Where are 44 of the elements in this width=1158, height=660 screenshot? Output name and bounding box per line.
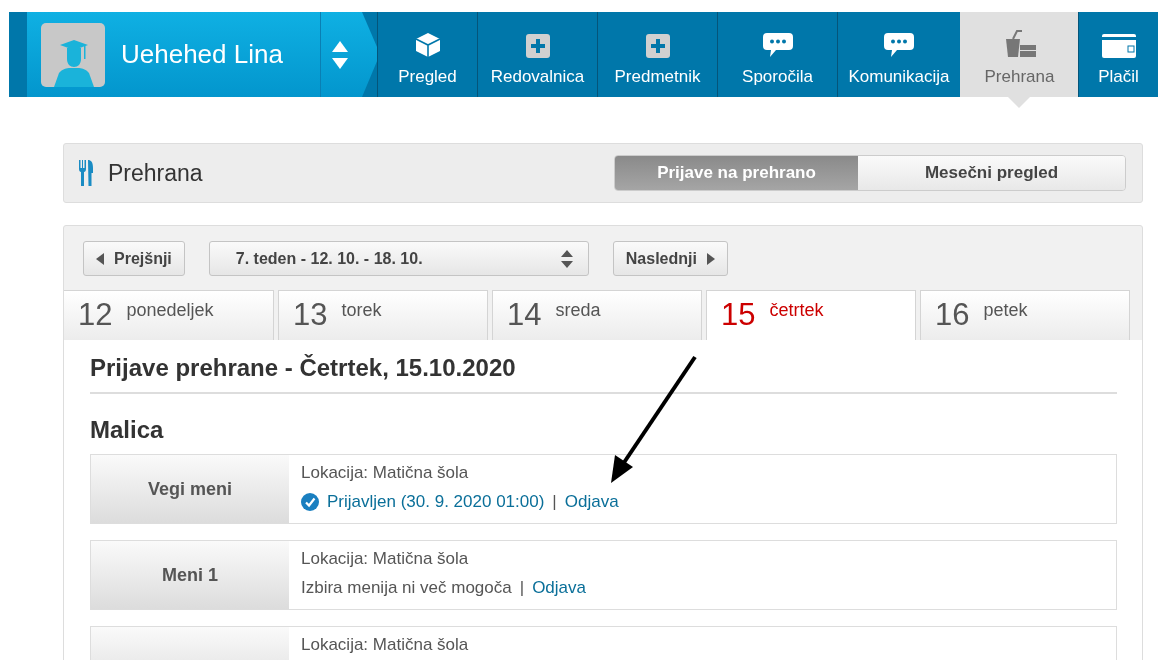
separator-text: | [552,492,557,512]
left-triangle-icon [96,252,104,265]
day-tab[interactable]: 15 četrtek [706,290,916,340]
plus-icon [525,34,550,58]
day-tab[interactable]: 13 torek [278,290,488,340]
location-text: Lokacija: Matična šola [301,549,470,569]
profile-name: Uehehed Lina [121,39,284,70]
separator-text: | [519,578,525,598]
right-triangle-icon [706,252,715,265]
fork-and-knife-icon [78,159,94,187]
tab-pointer [1008,97,1030,108]
nav-tab[interactable]: Predmetnik [597,12,717,97]
nav-tab[interactable]: Pregled [377,12,477,97]
cube-icon [414,32,441,58]
section-title: Prehrana [108,159,204,187]
sort-arrows-icon[interactable] [331,39,349,70]
nav-tab[interactable]: Sporočila [717,12,837,97]
speech-bubble-icon [883,32,915,58]
meal-title: Malica [90,416,165,444]
plus-icon [645,34,670,58]
check-circle-icon [301,493,319,511]
nav-tab[interactable]: Redovalnica [477,12,597,97]
day-tab[interactable]: 12 ponedeljek [64,290,274,340]
up-down-caret-icon [559,248,574,269]
week-select[interactable]: 7. teden - 12. 10. - 18. 10. [208,241,589,276]
menu-name: Vegi meni [147,478,232,500]
nav-tab[interactable]: Prehrana [960,12,1078,97]
speech-bubble-icon [761,32,794,58]
location-text: Lokacija: Matična šola [301,463,470,483]
day-tab[interactable]: 16 petek [920,290,1130,340]
day-heading: Prijave prehrane - Četrtek, 15.10.2020 [90,354,1117,394]
status-text: Izbira menija ni več mogoča [301,578,512,598]
location-text: Lokacija: Matična šola [301,635,469,655]
registration-link[interactable]: Prijavljen (30. 9. 2020 01:00) [327,492,545,512]
card-icon [1101,34,1136,58]
view-tab[interactable]: Mesečni pregled [858,156,1125,190]
day-tab[interactable]: 14 sreda [492,290,702,340]
next-week-button[interactable]: Naslednji [612,241,728,276]
nav-tab[interactable]: Plačil [1078,12,1158,97]
odjava-link[interactable]: Odjava [532,578,586,598]
menu-name: Meni 1 [162,564,218,586]
profile-switcher[interactable]: Uehehed Lina [27,12,377,97]
odjava-link[interactable]: Odjava [564,492,619,512]
previous-week-button[interactable]: Prejšnji [83,241,185,276]
